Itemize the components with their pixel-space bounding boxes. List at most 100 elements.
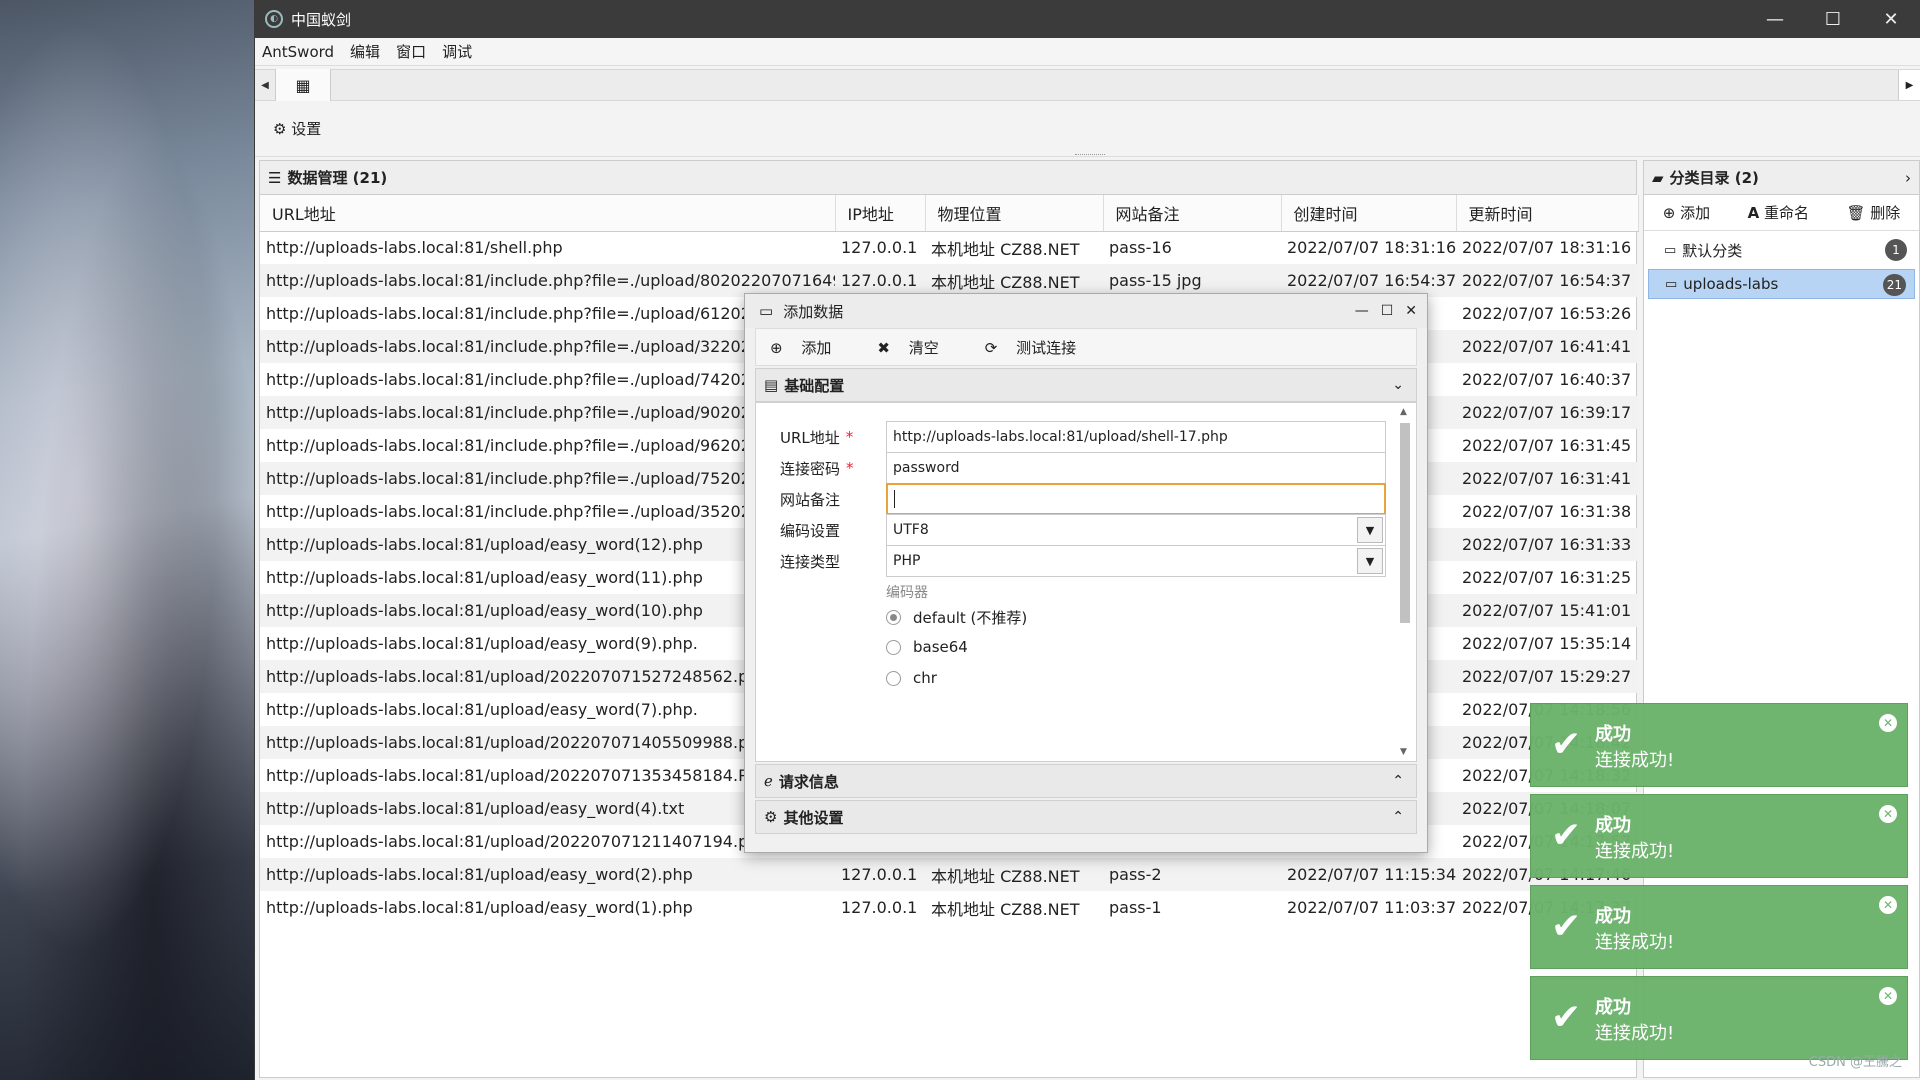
dialog-test-button[interactable]: ⟳ 测试连接 xyxy=(985,337,1092,358)
cell-ip: 127.0.0.1 xyxy=(841,898,918,917)
toast-title: 成功 xyxy=(1595,724,1631,745)
encoder-option-label: chr xyxy=(913,669,937,687)
category-rename-button[interactable]: A 重命名 xyxy=(1748,202,1809,223)
category-item-default[interactable]: ▭ 默认分类 1 xyxy=(1648,235,1915,265)
tab-scroll-right-icon[interactable]: ▶ xyxy=(1898,70,1920,100)
menu-debug[interactable]: 调试 xyxy=(442,41,472,62)
col-url[interactable]: URL地址 xyxy=(260,195,836,232)
folder-open-icon: ▭ xyxy=(1665,276,1678,292)
toast-close-icon[interactable]: ✕ xyxy=(1879,987,1897,1005)
col-note[interactable]: 网站备注 xyxy=(1103,195,1282,232)
cell-updated: 2022/07/07 16:31:45 xyxy=(1462,436,1632,455)
encoding-select[interactable]: UTF8 ▼ xyxy=(886,514,1386,546)
settings-button[interactable]: 设置 xyxy=(291,118,321,139)
encoder-option-default[interactable]: default (不推荐) xyxy=(886,607,1027,628)
form-scrollbar[interactable]: ▲ ▼ xyxy=(1398,407,1412,757)
category-add-button[interactable]: ⊕ 添加 xyxy=(1663,202,1710,223)
title-bar: ◐ 中国蚁剑 — ☐ ✕ xyxy=(255,0,1920,38)
data-panel-header: ☰ 数据管理 (21) xyxy=(260,161,1636,195)
cell-updated: 2022/07/07 15:29:27 xyxy=(1456,660,1638,693)
cell-location: 本机地址 CZ88.NET xyxy=(925,858,1103,891)
category-toolbar: ⊕ 添加 A 重命名 🗑 删除 xyxy=(1644,195,1919,231)
chevron-up-icon: ⌃ xyxy=(1392,773,1404,789)
encoder-option-chr[interactable]: chr xyxy=(886,669,937,687)
folder-icon: ▰ xyxy=(1652,168,1664,187)
splitter-handle[interactable] xyxy=(1075,154,1105,155)
category-item-uploads-labs[interactable]: ▭ uploads-labs 21 xyxy=(1648,269,1915,299)
menu-edit[interactable]: 编辑 xyxy=(350,41,380,62)
toast-title: 成功 xyxy=(1595,906,1631,927)
accordion-request-label: 请求信息 xyxy=(778,772,839,791)
check-icon: ✔ xyxy=(1551,906,1582,947)
maximize-button[interactable]: ☐ xyxy=(1804,9,1862,30)
dialog-add-button[interactable]: ⊕ 添加 xyxy=(770,337,847,358)
table-row[interactable]: http://uploads-labs.local:81/upload/easy… xyxy=(260,891,1638,924)
category-add-label: 添加 xyxy=(1680,204,1711,222)
type-select[interactable]: PHP ▼ xyxy=(886,545,1386,577)
cell-updated: 2022/07/07 18:31:16 xyxy=(1462,238,1632,258)
col-updated[interactable]: 更新时间 xyxy=(1456,195,1639,232)
toast-message: 连接成功! xyxy=(1595,841,1675,862)
accordion-other[interactable]: ⚙ 其他设置 ⌃ xyxy=(755,800,1417,834)
check-icon: ✔ xyxy=(1551,815,1582,856)
cell-url: http://uploads-labs.local:81/upload/easy… xyxy=(260,858,835,891)
category-delete-button[interactable]: 🗑 删除 xyxy=(1846,202,1900,223)
chevron-up-icon: ⌃ xyxy=(1392,809,1404,825)
list-icon: ☰ xyxy=(268,168,282,187)
minimize-button[interactable]: — xyxy=(1746,9,1804,30)
toast-close-icon[interactable]: ✕ xyxy=(1879,896,1897,914)
text-cursor xyxy=(894,490,895,508)
cell-url: http://uploads-labs.local:81/upload/easy… xyxy=(266,898,693,917)
dialog-clear-button[interactable]: ✖ 清空 xyxy=(877,337,954,358)
accordion-other-label: 其他设置 xyxy=(783,808,844,827)
check-icon: ✔ xyxy=(1551,997,1582,1038)
col-created[interactable]: 创建时间 xyxy=(1281,195,1457,232)
required-mark: * xyxy=(846,459,854,477)
encoder-label: 编码器 xyxy=(886,585,928,601)
toast-message: 连接成功! xyxy=(1595,932,1675,953)
menu-window[interactable]: 窗口 xyxy=(396,41,426,62)
note-input[interactable] xyxy=(886,483,1386,515)
dialog-minimize-button[interactable]: — xyxy=(1355,303,1369,319)
desktop-wallpaper xyxy=(0,0,256,1080)
tab-bar: ◀ ▦ ▶ xyxy=(255,69,1920,101)
browser-icon: ℯ xyxy=(764,772,773,790)
toast-message: 连接成功! xyxy=(1595,1023,1675,1044)
scroll-down-icon[interactable]: ▼ xyxy=(1400,747,1407,757)
cell-updated: 2022/07/07 15:35:14 xyxy=(1462,634,1632,653)
encoder-option-label: base64 xyxy=(913,638,968,656)
antsword-logo-icon: ◐ xyxy=(265,10,283,28)
note-label: 网站备注 xyxy=(780,490,841,509)
dialog-maximize-button[interactable]: ☐ xyxy=(1381,303,1394,319)
close-button[interactable]: ✕ xyxy=(1862,9,1920,30)
table-row[interactable]: http://uploads-labs.local:81/shell.php 12… xyxy=(260,231,1638,264)
document-icon: ▤ xyxy=(764,376,779,394)
accordion-basic[interactable]: ▤ 基础配置 ⌄ xyxy=(755,368,1417,402)
cell-updated: 2022/07/07 16:31:25 xyxy=(1462,568,1632,587)
password-input[interactable]: password xyxy=(886,452,1386,484)
dialog-close-button[interactable]: ✕ xyxy=(1405,303,1417,319)
accordion-basic-label: 基础配置 xyxy=(784,376,845,395)
toast-close-icon[interactable]: ✕ xyxy=(1879,805,1897,823)
cell-updated: 2022/07/07 16:31:33 xyxy=(1456,528,1638,561)
url-input[interactable]: http://uploads-labs.local:81/upload/shel… xyxy=(886,421,1386,453)
accordion-request[interactable]: ℯ 请求信息 ⌃ xyxy=(755,764,1417,798)
col-location[interactable]: 物理位置 xyxy=(925,195,1104,232)
col-ip[interactable]: IP地址 xyxy=(835,195,926,232)
collapse-chevron-icon[interactable]: › xyxy=(1905,169,1911,187)
tab-home-grid-icon[interactable]: ▦ xyxy=(275,69,331,101)
toast-close-icon[interactable]: ✕ xyxy=(1879,714,1897,732)
menu-bar: AntSword 编辑 窗口 调试 xyxy=(255,38,1920,66)
dialog-title: 添加数据 xyxy=(783,302,844,321)
encoding-value: UTF8 xyxy=(893,522,929,538)
encoder-option-base64[interactable]: base64 xyxy=(886,638,968,656)
table-row[interactable]: http://uploads-labs.local:81/upload/easy… xyxy=(260,858,1638,891)
tab-scroll-left-icon[interactable]: ◀ xyxy=(255,80,275,91)
scroll-up-icon[interactable]: ▲ xyxy=(1400,407,1407,417)
menu-antsword[interactable]: AntSword xyxy=(262,43,334,61)
radio-icon xyxy=(886,670,901,686)
dialog-title-bar[interactable]: ▭ 添加数据 — ☐ ✕ xyxy=(745,294,1427,328)
add-data-dialog: ▭ 添加数据 — ☐ ✕ ⊕ 添加 ✖ 清空 ⟳ 测试连接 ▤ 基础配置 ⌄ U… xyxy=(744,293,1428,853)
toast-title: 成功 xyxy=(1595,997,1631,1018)
scroll-thumb[interactable] xyxy=(1400,423,1410,623)
